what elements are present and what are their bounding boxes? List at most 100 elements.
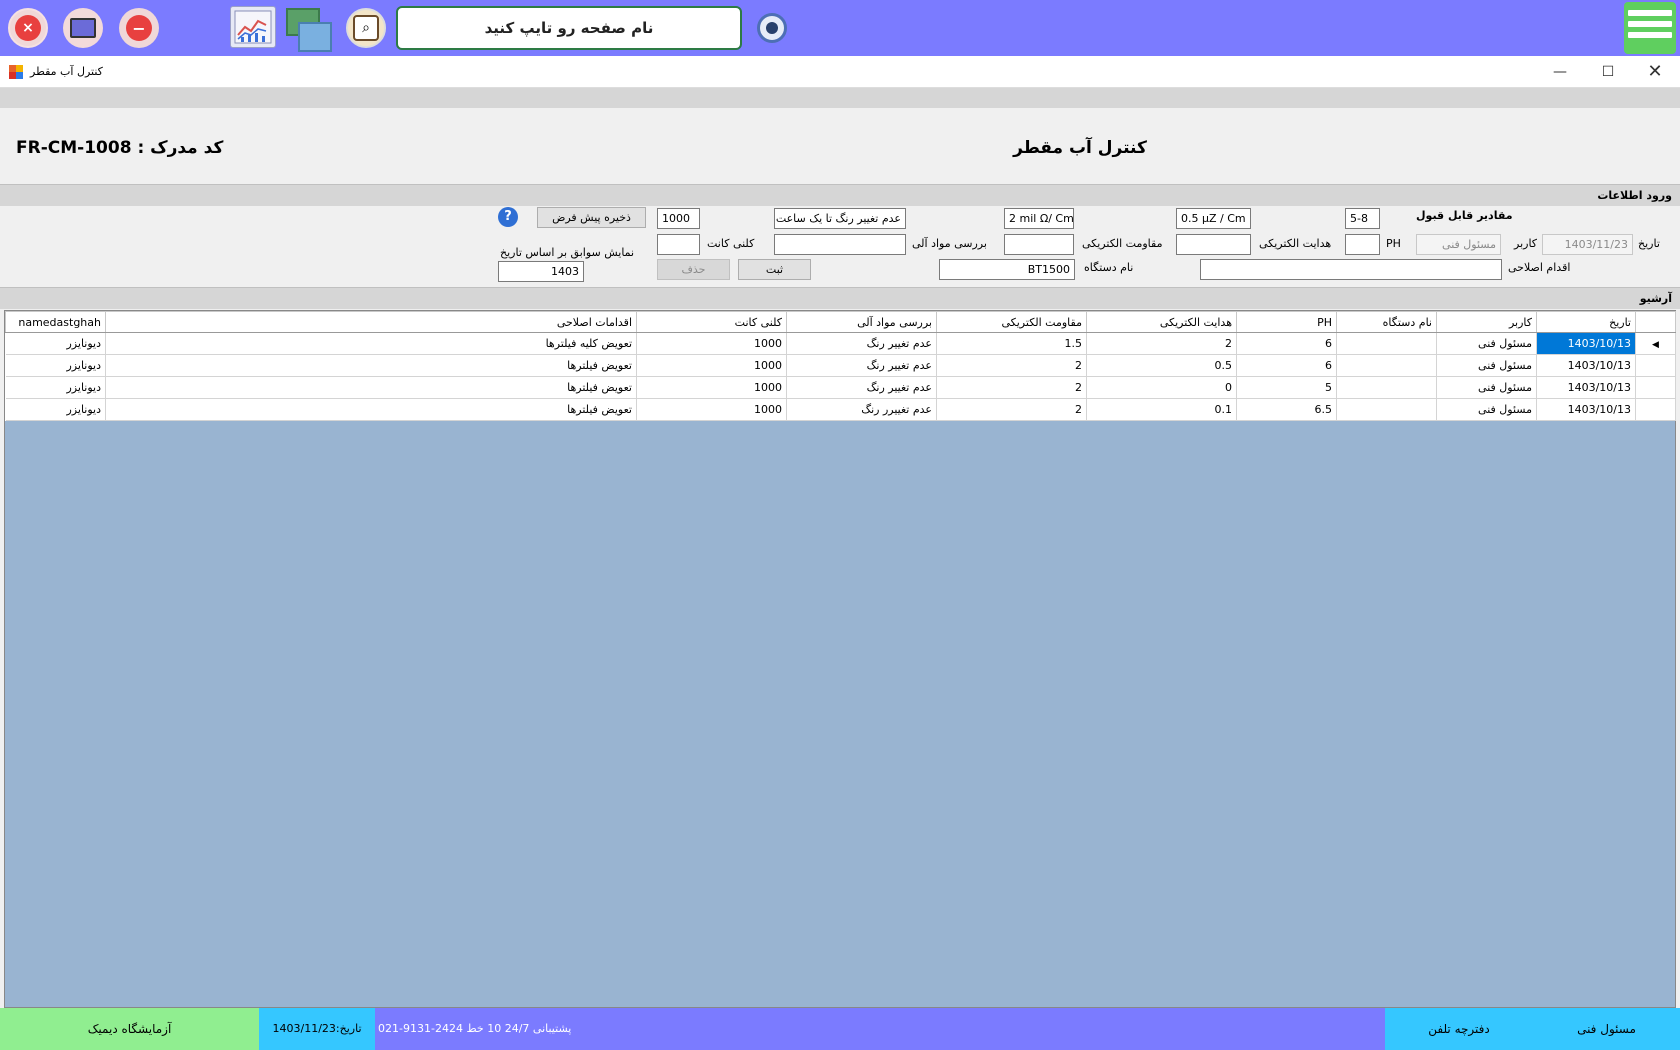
main-menu-button[interactable]	[1624, 2, 1676, 54]
window-minimize-button[interactable]: —	[1537, 58, 1583, 86]
table-cell[interactable]	[1336, 332, 1437, 355]
table-cell[interactable]: عدم تغییر رنگ	[786, 332, 937, 355]
table-cell[interactable]	[1336, 376, 1437, 399]
table-row[interactable]: دیونایزر تعویض فیلترها 1000 عدم تغییرر رنگ 2…	[5, 398, 1676, 421]
table-cell[interactable]: دیونایزر	[5, 398, 106, 421]
ph-range-field[interactable]: 5-8	[1345, 208, 1380, 229]
table-cell[interactable]: دیونایزر	[5, 332, 106, 355]
row-selector[interactable]: ◀	[1635, 332, 1676, 355]
ph-label: PH	[1386, 237, 1401, 250]
conductivity-input[interactable]	[1176, 234, 1251, 255]
column-header[interactable]: هدایت الکتریکی	[1086, 311, 1237, 333]
device-label: نام دستگاه	[1084, 261, 1134, 274]
view-button[interactable]	[752, 8, 792, 48]
table-cell[interactable]: تعویض فیلترها	[105, 354, 637, 377]
table-cell[interactable]: 6.5	[1236, 398, 1337, 421]
column-header[interactable]: کلنی کانت	[636, 311, 787, 333]
current-user-button[interactable]: مسئول فنی	[1533, 1008, 1680, 1050]
row-selector[interactable]	[1635, 398, 1676, 421]
table-cell[interactable]: 1403/10/13	[1536, 376, 1636, 399]
table-cell[interactable]: 1000	[636, 376, 787, 399]
table-cell[interactable]: تعویض کلیه فیلترها	[105, 332, 637, 355]
table-cell[interactable]: عدم تغییر رنگ	[786, 376, 937, 399]
table-row[interactable]: دیونایزر تعویض فیلترها 1000 عدم تغییر رنگ 2 0…	[5, 354, 1676, 377]
table-cell[interactable]: 1000	[636, 332, 787, 355]
history-year-input[interactable]: 1403	[498, 261, 584, 282]
archive-grid[interactable]: namedastghah اقدامات اصلاحی کلنی کانت بر…	[4, 310, 1676, 1008]
window-icon	[298, 22, 332, 52]
help-icon[interactable]: ?	[498, 207, 518, 227]
table-cell[interactable]: مسئول فنی	[1436, 398, 1537, 421]
colony-input[interactable]	[657, 234, 700, 255]
column-header[interactable]: نام دستگاه	[1336, 311, 1437, 333]
table-cell[interactable]: 2	[1086, 332, 1237, 355]
search-page-button[interactable]: ⌕	[346, 8, 386, 48]
table-cell[interactable]: 5	[1236, 376, 1337, 399]
table-cell[interactable]: 1403/10/13	[1536, 354, 1636, 377]
table-cell[interactable]	[1336, 354, 1437, 377]
column-header[interactable]: PH	[1236, 311, 1337, 333]
reports-chart-button[interactable]	[230, 6, 276, 48]
column-header[interactable]: کاربر	[1436, 311, 1537, 333]
table-cell[interactable]: 2	[936, 354, 1087, 377]
table-cell[interactable]: 0	[1086, 376, 1237, 399]
table-cell[interactable]: تعویض فیلترها	[105, 376, 637, 399]
column-header[interactable]: تاریخ	[1536, 311, 1636, 333]
table-cell[interactable]: 0.5	[1086, 354, 1237, 377]
organic-standard-field[interactable]: عدم تغییر رنگ تا یک ساعت	[774, 208, 906, 229]
column-header[interactable]: بررسی مواد آلی	[786, 311, 937, 333]
section-header-archive: آرشیو	[0, 287, 1680, 309]
column-header[interactable]: مقاومت الکتریکی	[936, 311, 1087, 333]
table-cell[interactable]: تعویض فیلترها	[105, 398, 637, 421]
colony-standard-field[interactable]: 1000	[657, 208, 700, 229]
table-cell[interactable]: عدم تغییرر رنگ	[786, 398, 937, 421]
desktop-button[interactable]	[63, 8, 103, 48]
device-select[interactable]: ▼ BT1500	[939, 259, 1075, 280]
table-row[interactable]: دیونایزر تعویض فیلترها 1000 عدم تغییر رنگ 2 0…	[5, 376, 1676, 399]
exit-app-button[interactable]: ×	[8, 8, 48, 48]
save-default-button[interactable]: ذخیره پیش فرض	[537, 207, 646, 228]
window-maximize-button[interactable]: ☐	[1585, 58, 1631, 86]
resistance-input[interactable]	[1004, 234, 1074, 255]
window-titlebar: کنترل آب مقطر — ☐ ✕	[0, 56, 1680, 88]
page-search-input[interactable]: نام صفحه رو تایپ کنید	[396, 6, 742, 50]
windows-button[interactable]	[284, 6, 332, 52]
form-header: FR-CM-1008 : کد مدرک کنترل آب مقطر	[0, 108, 1680, 184]
table-cell[interactable]: 1.5	[936, 332, 1087, 355]
ph-input[interactable]	[1345, 234, 1380, 255]
resistance-label: مقاومت الکتریکی	[1082, 237, 1163, 250]
window-close-button[interactable]: ✕	[1632, 58, 1678, 86]
lab-name-button[interactable]: آزمایشگاه دیمیک	[0, 1008, 259, 1050]
table-cell[interactable]: مسئول فنی	[1436, 376, 1537, 399]
table-cell[interactable]: دیونایزر	[5, 354, 106, 377]
column-header[interactable]: namedastghah	[5, 311, 106, 333]
table-cell[interactable]: 1000	[636, 398, 787, 421]
phonebook-button[interactable]: دفترچه تلفن	[1385, 1008, 1533, 1050]
table-cell[interactable]: 2	[936, 398, 1087, 421]
table-cell[interactable]: 6	[1236, 332, 1337, 355]
table-cell[interactable]: دیونایزر	[5, 376, 106, 399]
corrective-action-input[interactable]	[1200, 259, 1502, 280]
row-selector[interactable]	[1635, 376, 1676, 399]
table-cell[interactable]: 0.1	[1086, 398, 1237, 421]
organic-input[interactable]	[774, 234, 906, 255]
minimize-app-button[interactable]: −	[119, 8, 159, 48]
submit-button[interactable]: ثبت	[738, 259, 811, 280]
table-cell[interactable]: 1403/10/13	[1536, 332, 1636, 355]
user-label: کاربر	[1514, 237, 1538, 250]
table-cell[interactable]: مسئول فنی	[1436, 332, 1537, 355]
table-cell[interactable]: مسئول فنی	[1436, 354, 1537, 377]
table-cell[interactable]	[1336, 398, 1437, 421]
resistance-standard-field[interactable]: 2 mil Ω/ Cm	[1004, 208, 1074, 229]
table-cell[interactable]: 6	[1236, 354, 1337, 377]
table-cell[interactable]: 1000	[636, 354, 787, 377]
table-cell[interactable]: 1403/10/13	[1536, 398, 1636, 421]
status-bar: آزمایشگاه دیمیک تاریخ:1403/11/23 پشتیبان…	[0, 1008, 1680, 1050]
row-selector[interactable]	[1635, 354, 1676, 377]
table-row[interactable]: دیونایزر تعویض کلیه فیلترها 1000 عدم تغییر …	[5, 332, 1676, 355]
conductivity-standard-field[interactable]: 0.5 μZ / Cm	[1176, 208, 1251, 229]
table-cell[interactable]: عدم تغییر رنگ	[786, 354, 937, 377]
table-cell[interactable]: 2	[936, 376, 1087, 399]
acceptable-values-label: مقادیر قابل قبول	[1416, 209, 1513, 222]
column-header[interactable]: اقدامات اصلاحی	[105, 311, 637, 333]
